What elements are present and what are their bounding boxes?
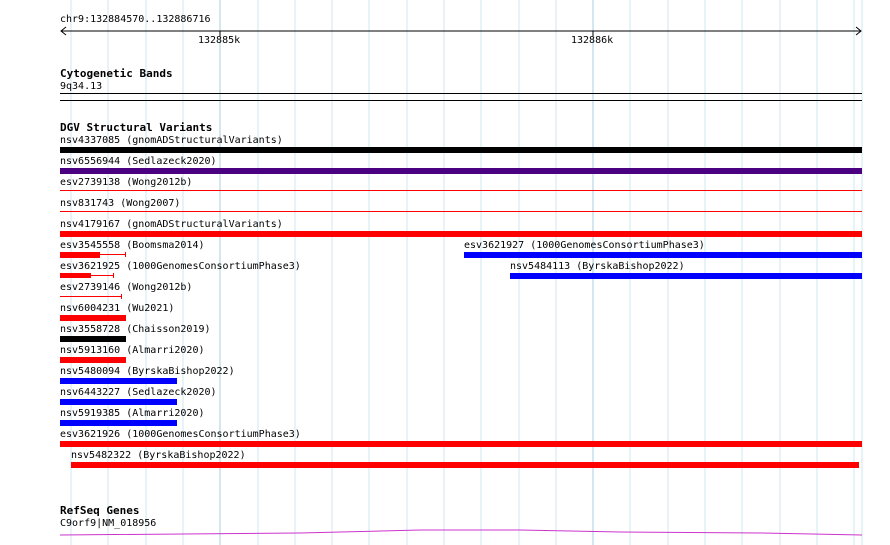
cytoband-label: 9q34.13 [60,81,103,92]
variant-label[interactable]: nsv831743 (Wong2007) [60,198,180,209]
refseq-track-title[interactable]: RefSeq Genes [60,505,139,516]
variant-label[interactable]: esv2739138 (Wong2012b) [60,177,192,188]
variant-bar[interactable] [60,252,100,258]
variant-connector [91,275,114,276]
variant-label[interactable]: nsv5480094 (ByrskaBishop2022) [60,366,235,377]
variant-bar[interactable] [60,399,177,405]
cytoband-track-title[interactable]: Cytogenetic Bands [60,68,173,79]
variant-bar[interactable] [60,190,862,191]
variant-label[interactable]: esv3545558 (Boomsma2014) [60,240,205,251]
variant-bar[interactable] [464,252,862,258]
variant-label[interactable]: esv3621926 (1000GenomesConsortiumPhase3) [60,429,301,440]
variant-bar[interactable] [510,273,862,279]
variant-bar[interactable] [60,296,121,297]
variant-label[interactable]: nsv3558728 (Chaisson2019) [60,324,211,335]
variant-bar[interactable] [60,336,126,342]
variant-bar[interactable] [60,147,862,153]
variant-label[interactable]: nsv5484113 (ByrskaBishop2022) [510,261,685,272]
variant-bar[interactable] [60,420,177,426]
variant-bar[interactable] [60,378,177,384]
variant-end-tick [113,273,114,278]
variant-label[interactable]: nsv6556944 (Sedlazeck2020) [60,156,217,167]
variant-bar[interactable] [60,357,126,363]
ruler-tick-label: 132886k [571,35,614,46]
variant-bar[interactable] [60,168,862,174]
variant-bar[interactable] [60,441,862,447]
variant-label[interactable]: nsv5919385 (Almarri2020) [60,408,205,419]
variant-label[interactable]: nsv6004231 (Wu2021) [60,303,174,314]
variant-label[interactable]: esv2739146 (Wong2012b) [60,282,192,293]
ruler-scale [60,26,862,36]
variant-label[interactable]: nsv5913160 (Almarri2020) [60,345,205,356]
variant-label[interactable]: esv3621927 (1000GenomesConsortiumPhase3) [464,240,705,251]
variant-label[interactable]: esv3621925 (1000GenomesConsortiumPhase3) [60,261,301,272]
variant-label[interactable]: nsv4179167 (gnomADStructuralVariants) [60,219,283,230]
variant-bar[interactable] [60,273,91,278]
gene-model[interactable] [0,526,890,538]
variant-bar[interactable] [60,315,126,321]
track-divider [60,100,862,101]
variant-end-tick [121,294,122,299]
variant-label[interactable]: nsv4337085 (gnomADStructuralVariants) [60,135,283,146]
variant-connector [100,254,126,255]
variant-bar[interactable] [71,462,859,468]
variant-label[interactable]: nsv6443227 (Sedlazeck2020) [60,387,217,398]
dgv-track-title[interactable]: DGV Structural Variants [60,122,212,133]
variant-end-tick [125,252,126,257]
variant-bar[interactable] [60,231,862,237]
cytoband-feature[interactable] [60,93,862,94]
variant-label[interactable]: nsv5482322 (ByrskaBishop2022) [71,450,246,461]
ruler-tick-label: 132885k [198,35,241,46]
variant-bar[interactable] [60,211,862,212]
